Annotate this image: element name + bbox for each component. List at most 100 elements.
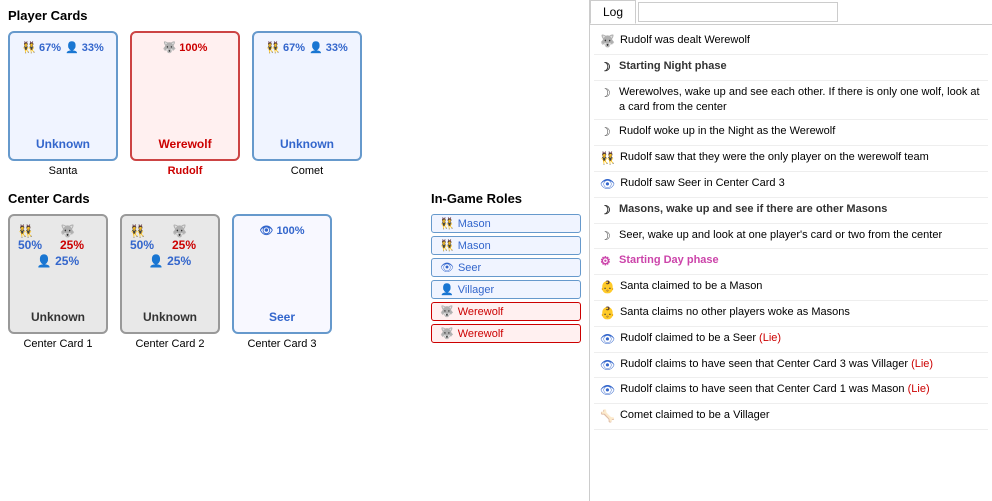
- player-cards-row: 👯 67% 👤 33% Unknown Santa 🐺 100% Werewol…: [8, 31, 581, 177]
- roles-list: 👯 Mason 👯 Mason 👁 Seer 👤 Villager 🐺: [431, 214, 581, 343]
- role-mason-1: 👯 Mason: [431, 214, 581, 233]
- santa-stats: 👯 67% 👤 33%: [22, 41, 104, 54]
- moon-icon-3: ☽: [600, 124, 614, 141]
- log-entry-4: ☽ Rudolf woke up in the Night as the Wer…: [594, 120, 988, 146]
- santa-name: Santa: [8, 165, 118, 177]
- rudolf-label: Werewolf: [158, 137, 211, 151]
- comet-card: 👯 67% 👤 33% Unknown: [252, 31, 362, 161]
- role-seer: 👁 Seer: [431, 258, 581, 277]
- center-card-2-name: Center Card 2: [120, 338, 220, 350]
- star-icon-1: ⚙: [600, 253, 614, 270]
- log-entry-3: ☽ Werewolves, wake up and see each other…: [594, 81, 988, 121]
- moon-icon-5: ☽: [600, 228, 614, 245]
- in-game-roles-title: In-Game Roles: [431, 191, 581, 206]
- center-card-1-name: Center Card 1: [8, 338, 108, 350]
- comet-villager-stat: 👤 33%: [309, 41, 348, 54]
- center-card-1: 👯 50% 🐺 25% 👤 25% Unknown: [8, 214, 108, 334]
- rudolf-wolf-stat: 🐺 100%: [163, 41, 208, 54]
- log-entry-13: 👁 Rudolf claims to have seen that Center…: [594, 353, 988, 379]
- role-werewolf-1: 🐺 Werewolf: [431, 302, 581, 321]
- log-text-6: Rudolf saw Seer in Center Card 3: [620, 176, 982, 191]
- log-entry-15: 🦴 Comet claimed to be a Villager: [594, 404, 988, 430]
- santa-card: 👯 67% 👤 33% Unknown: [8, 31, 118, 161]
- log-entry-1: 🐺 Rudolf was dealt Werewolf: [594, 29, 988, 55]
- center-cards-row: 👯 50% 🐺 25% 👤 25% Unknown Center Card 1: [8, 214, 423, 350]
- in-game-roles-section: In-Game Roles 👯 Mason 👯 Mason 👁 Seer 👤 V…: [431, 191, 581, 354]
- eye-icon-3: 👁: [600, 357, 615, 374]
- role-villager: 👤 Villager: [431, 280, 581, 299]
- rudolf-stats: 🐺 100%: [163, 41, 208, 54]
- log-text-11: Santa claims no other players woke as Ma…: [620, 305, 982, 320]
- santa-villager-stat: 👤 33%: [65, 41, 104, 54]
- werewolf-1-icon: 🐺: [440, 305, 454, 318]
- center-card-1-stats: 👯 50% 🐺 25% 👤 25%: [18, 224, 98, 268]
- lie-tag-3: (Lie): [908, 383, 930, 395]
- center-card-3-stats: 👁 100%: [259, 224, 304, 237]
- werewolf-2-label: Werewolf: [458, 328, 504, 340]
- left-panel: Player Cards 👯 67% 👤 33% Unknown Santa 🐺…: [0, 0, 590, 501]
- comet-name: Comet: [252, 165, 362, 177]
- moon-icon-2: ☽: [600, 85, 614, 102]
- bottom-section: Center Cards 👯 50% 🐺 25% 👤 25%: [8, 191, 581, 354]
- log-tabs: Log: [590, 0, 992, 25]
- person-icon-3: 🦴: [600, 408, 615, 425]
- wolf-icon-1: 🐺: [600, 33, 615, 50]
- log-tab[interactable]: Log: [590, 0, 636, 24]
- moon-icon-4: ☽: [600, 202, 614, 219]
- log-entry-12: 👁 Rudolf claimed to be a Seer (Lie): [594, 327, 988, 353]
- mason-icon-1: 👯: [600, 150, 615, 167]
- log-entry-6: 👁 Rudolf saw Seer in Center Card 3: [594, 172, 988, 198]
- log-text-3: Werewolves, wake up and see each other. …: [619, 85, 982, 116]
- santa-mason-stat: 👯 67%: [22, 41, 61, 54]
- cc1-label: Unknown: [31, 310, 85, 324]
- log-content: 🐺 Rudolf was dealt Werewolf ☽ Starting N…: [590, 25, 992, 501]
- role-mason-2: 👯 Mason: [431, 236, 581, 255]
- werewolf-2-icon: 🐺: [440, 327, 454, 340]
- cc1-mason-stat: 👯 50%: [18, 224, 56, 252]
- log-entry-7: ☽ Masons, wake up and see if there are o…: [594, 198, 988, 224]
- rudolf-card: 🐺 100% Werewolf: [130, 31, 240, 161]
- werewolf-1-label: Werewolf: [458, 306, 504, 318]
- log-text-2: Starting Night phase: [619, 59, 982, 74]
- rudolf-name: Rudolf: [130, 165, 240, 177]
- log-entry-14: 👁 Rudolf claims to have seen that Center…: [594, 378, 988, 404]
- center-cards-section: Center Cards 👯 50% 🐺 25% 👤 25%: [8, 191, 423, 354]
- log-text-13: Rudolf claims to have seen that Center C…: [620, 357, 982, 372]
- seer-icon: 👁: [440, 261, 454, 274]
- player-card-comet: 👯 67% 👤 33% Unknown Comet: [252, 31, 362, 177]
- seer-label: Seer: [458, 262, 481, 274]
- person-icon-1: 👶: [600, 279, 615, 296]
- center-card-2: 👯 50% 🐺 25% 👤 25% Unknown: [120, 214, 220, 334]
- lie-tag-1: (Lie): [759, 332, 781, 344]
- comet-stats: 👯 67% 👤 33%: [266, 41, 348, 54]
- log-text-5: Rudolf saw that they were the only playe…: [620, 150, 982, 165]
- log-entry-9: ⚙ Starting Day phase: [594, 249, 988, 275]
- cc3-label: Seer: [269, 310, 295, 324]
- log-entry-5: 👯 Rudolf saw that they were the only pla…: [594, 146, 988, 172]
- log-text-10: Santa claimed to be a Mason: [620, 279, 982, 294]
- mason-2-icon: 👯: [440, 239, 454, 252]
- center-card-3: 👁 100% Seer: [232, 214, 332, 334]
- lie-tag-2: (Lie): [911, 358, 933, 370]
- eye-icon-1: 👁: [600, 176, 615, 193]
- cc1-wolf-stat: 🐺 25%: [60, 224, 98, 252]
- cc2-mason-stat: 👯 50%: [130, 224, 168, 252]
- cc3-seer-stat: 👁 100%: [259, 224, 304, 237]
- eye-icon-2: 👁: [600, 331, 615, 348]
- log-text-4: Rudolf woke up in the Night as the Werew…: [619, 124, 982, 139]
- player-cards-title: Player Cards: [8, 8, 581, 23]
- log-text-15: Comet claimed to be a Villager: [620, 408, 982, 423]
- cc2-label: Unknown: [143, 310, 197, 324]
- center-card-3-name: Center Card 3: [232, 338, 332, 350]
- log-text-12: Rudolf claimed to be a Seer (Lie): [620, 331, 982, 346]
- cc1-villager-stat: 👤 25%: [37, 254, 79, 268]
- person-icon-2: 👶: [600, 305, 615, 322]
- moon-icon-1: ☽: [600, 59, 614, 76]
- mason-2-label: Mason: [458, 240, 491, 252]
- player-card-rudolf: 🐺 100% Werewolf Rudolf: [130, 31, 240, 177]
- role-werewolf-2: 🐺 Werewolf: [431, 324, 581, 343]
- center-card-3-wrapper: 👁 100% Seer Center Card 3: [232, 214, 332, 350]
- log-search-input[interactable]: [638, 2, 838, 22]
- center-cards-title: Center Cards: [8, 191, 423, 206]
- santa-label: Unknown: [36, 137, 90, 151]
